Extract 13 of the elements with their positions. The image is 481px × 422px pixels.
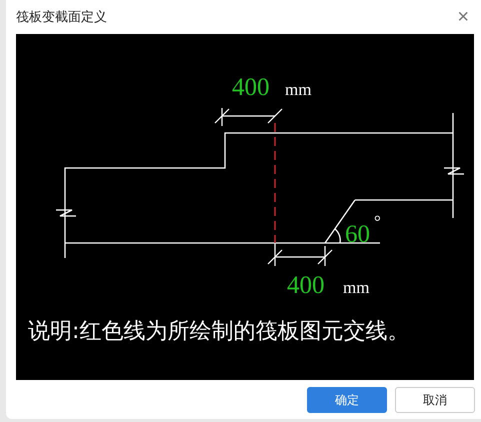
dimension-unit: mm [285,80,312,99]
dialog-button[interactable]: 确定 [307,387,387,413]
dimension-value: 400 [287,272,324,299]
dimension-line [268,243,332,266]
dimension-value: 400 [232,74,270,101]
window-title: 筏板变截面定义 [16,9,107,26]
note-text: 说明:红色线为所绘制的筏板图元交线。 [28,319,410,344]
dimension-line [214,108,282,126]
close-button[interactable]: × [453,7,473,27]
dimension-unit: mm [343,278,370,297]
angle-unit: ° [374,212,381,231]
angle-value: 60 [345,221,370,248]
dialog-button[interactable]: 取消 [395,387,475,413]
